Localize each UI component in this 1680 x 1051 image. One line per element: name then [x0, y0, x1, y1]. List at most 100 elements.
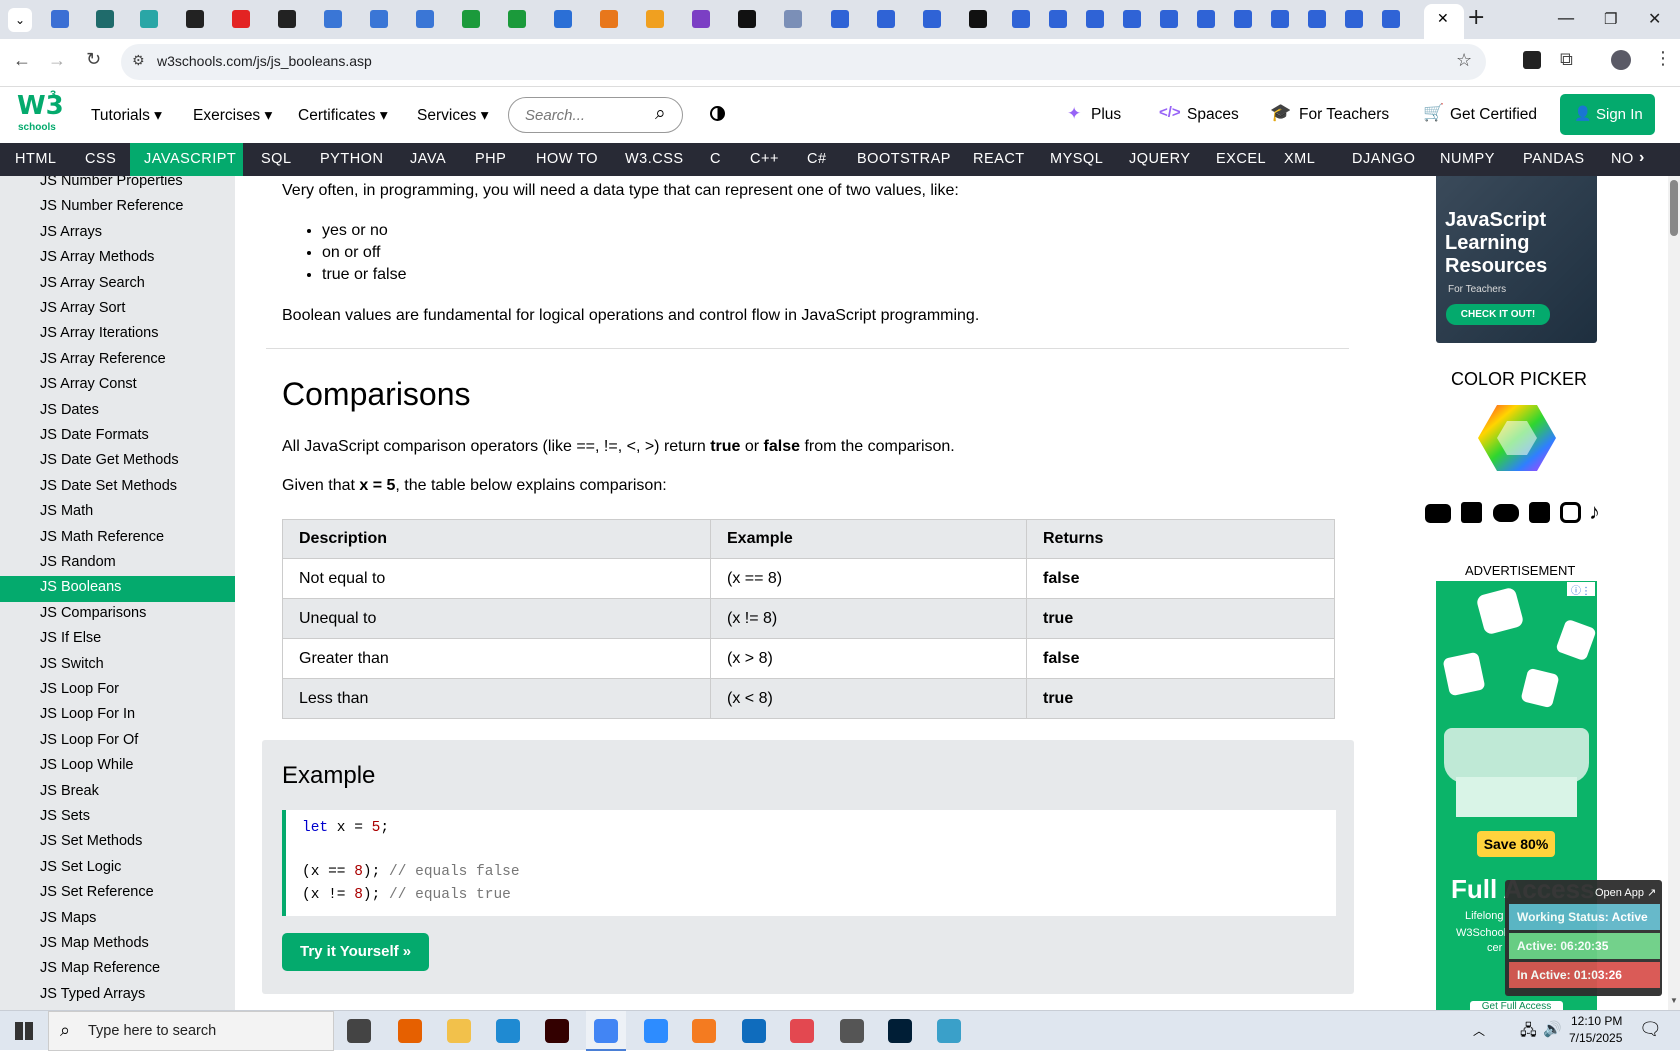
- tab-favicon-icon[interactable]: [324, 10, 342, 28]
- active-tab[interactable]: ✕: [1424, 4, 1464, 39]
- sidebar-item-js-array-search[interactable]: JS Array Search: [40, 275, 145, 291]
- close-window-button[interactable]: ✕: [1648, 9, 1661, 28]
- get-certified-link[interactable]: Get Certified: [1450, 106, 1537, 124]
- sidebar-item-js-map-reference[interactable]: JS Map Reference: [40, 960, 160, 976]
- topnav-item-css[interactable]: CSS: [85, 151, 116, 167]
- photoshop-icon[interactable]: [888, 1019, 912, 1043]
- pen-tool-icon[interactable]: [840, 1019, 864, 1043]
- tab-favicon-icon[interactable]: [51, 10, 69, 28]
- nav-tutorials[interactable]: Tutorials ▾: [91, 106, 162, 125]
- tray-chevron-icon[interactable]: ︿: [1473, 1022, 1485, 1039]
- topnav-item-no[interactable]: NO: [1611, 151, 1634, 167]
- tab-favicon-icon[interactable]: [738, 10, 756, 28]
- tab-favicon-icon[interactable]: [1049, 10, 1067, 28]
- firefox-icon[interactable]: [398, 1019, 422, 1043]
- get-full-access-button[interactable]: Get Full Access: [1470, 1001, 1563, 1010]
- sidebar-item-js-loop-for-of[interactable]: JS Loop For Of: [40, 732, 138, 748]
- sidebar-item-js-math-reference[interactable]: JS Math Reference: [40, 529, 164, 545]
- task-view-icon[interactable]: [347, 1019, 371, 1043]
- scroll-down-icon[interactable]: ▼: [1670, 996, 1678, 1005]
- topnav-item-c-[interactable]: C#: [807, 151, 827, 167]
- sidebar-item-js-comparisons[interactable]: JS Comparisons: [40, 605, 146, 621]
- w3schools-logo[interactable]: W3 3 schools: [17, 89, 64, 135]
- sidebar-item-js-number-reference[interactable]: JS Number Reference: [40, 198, 183, 214]
- tab-favicon-icon[interactable]: [1308, 10, 1326, 28]
- tab-favicon-icon[interactable]: [692, 10, 710, 28]
- reload-icon[interactable]: ↻: [86, 49, 101, 70]
- sidebar-item-js-math[interactable]: JS Math: [40, 503, 93, 519]
- facebook-icon[interactable]: [1529, 502, 1550, 523]
- tab-favicon-icon[interactable]: [1234, 10, 1252, 28]
- tab-favicon-icon[interactable]: [1382, 10, 1400, 28]
- clock-time[interactable]: 12:10 PM: [1571, 1014, 1622, 1028]
- back-icon[interactable]: ←: [13, 50, 31, 71]
- tab-favicon-icon[interactable]: [831, 10, 849, 28]
- new-tab-button[interactable]: +: [1467, 5, 1485, 30]
- topnav-item-jquery[interactable]: JQUERY: [1129, 151, 1191, 167]
- sidebar-item-js-booleans[interactable]: JS Booleans: [40, 579, 121, 595]
- tab-favicon-icon[interactable]: [232, 10, 250, 28]
- sidebar-item-js-map-methods[interactable]: JS Map Methods: [40, 935, 149, 951]
- file-explorer-icon[interactable]: [447, 1019, 471, 1043]
- topnav-item-pandas[interactable]: PANDAS: [1523, 151, 1585, 167]
- topnav-item-excel[interactable]: EXCEL: [1216, 151, 1266, 167]
- discord-icon[interactable]: [1493, 504, 1519, 522]
- search-input[interactable]: Search... ⌕: [508, 97, 683, 133]
- sidebar-item-js-dates[interactable]: JS Dates: [40, 402, 99, 418]
- tab-favicon-icon[interactable]: [1197, 10, 1215, 28]
- tab-favicon-icon[interactable]: [969, 10, 987, 28]
- ad-info-icon[interactable]: ⓘ⋮: [1567, 582, 1595, 597]
- page-scrollbar-thumb[interactable]: [1670, 180, 1678, 236]
- sidebar-item-js-number-properties[interactable]: JS Number Properties: [40, 176, 183, 189]
- zoom-icon[interactable]: [644, 1019, 668, 1043]
- sidebar-item-js-date-formats[interactable]: JS Date Formats: [40, 427, 149, 443]
- tab-favicon-icon[interactable]: [1012, 10, 1030, 28]
- omnibox[interactable]: ⚙ w3schools.com/js/js_booleans.asp ☆: [121, 44, 1486, 80]
- topnav-item-html[interactable]: HTML: [15, 151, 56, 167]
- tab-favicon-icon[interactable]: [508, 10, 526, 28]
- topnav-item-php[interactable]: PHP: [475, 151, 506, 167]
- extension-icon[interactable]: [1523, 51, 1541, 69]
- topnav-item-xml[interactable]: XML: [1284, 151, 1315, 167]
- tab-favicon-icon[interactable]: [554, 10, 572, 28]
- topnav-item-java[interactable]: JAVA: [410, 151, 446, 167]
- sidebar-item-js-set-reference[interactable]: JS Set Reference: [40, 884, 154, 900]
- instagram-icon[interactable]: [1560, 502, 1581, 523]
- illustrator-icon[interactable]: [545, 1019, 569, 1043]
- tab-favicon-icon[interactable]: [600, 10, 618, 28]
- creative-cloud-icon[interactable]: [790, 1019, 814, 1043]
- nav-certificates[interactable]: Certificates ▾: [298, 106, 388, 125]
- topnav-item-mysql[interactable]: MYSQL: [1050, 151, 1103, 167]
- tab-favicon-icon[interactable]: [462, 10, 480, 28]
- sidebar-item-js-break[interactable]: JS Break: [40, 783, 99, 799]
- search-icon[interactable]: ⌕: [655, 103, 666, 125]
- minimize-button[interactable]: —: [1557, 8, 1575, 29]
- tab-favicon-icon[interactable]: [1345, 10, 1363, 28]
- sidebar-item-js-array-reference[interactable]: JS Array Reference: [40, 351, 166, 367]
- tab-favicon-icon[interactable]: [416, 10, 434, 28]
- nav-exercises[interactable]: Exercises ▾: [193, 106, 272, 125]
- sidebar-item-js-switch[interactable]: JS Switch: [40, 656, 104, 672]
- sidebar-item-js-loop-for[interactable]: JS Loop For: [40, 681, 119, 697]
- sidebar-item-js-arrays[interactable]: JS Arrays: [40, 224, 102, 240]
- topnav-item-sql[interactable]: SQL: [261, 151, 292, 167]
- tab-favicon-icon[interactable]: [370, 10, 388, 28]
- topnav-item-python[interactable]: PYTHON: [320, 151, 383, 167]
- chevron-right-icon[interactable]: ›: [1639, 149, 1644, 167]
- tab-favicon-icon[interactable]: [1160, 10, 1178, 28]
- tab-search-button[interactable]: ⌄: [8, 8, 32, 32]
- xampp-icon[interactable]: [692, 1019, 716, 1043]
- sidebar-item-js-sets[interactable]: JS Sets: [40, 808, 90, 824]
- tab-favicon-icon[interactable]: [96, 10, 114, 28]
- page-scrollbar[interactable]: ▼: [1668, 176, 1680, 1010]
- restore-button[interactable]: ❐: [1604, 10, 1617, 28]
- color-picker-hexagon[interactable]: [1477, 403, 1557, 473]
- tab-favicon-icon[interactable]: [1271, 10, 1289, 28]
- ad-cta-button[interactable]: CHECK IT OUT!: [1446, 304, 1550, 325]
- vscode-icon[interactable]: [496, 1019, 520, 1043]
- clock-date[interactable]: 7/15/2025: [1569, 1031, 1622, 1045]
- sign-in-button[interactable]: 👤 Sign In: [1560, 94, 1655, 135]
- browser-menu-icon[interactable]: ⋮: [1654, 48, 1672, 69]
- plus-link[interactable]: Plus: [1091, 106, 1121, 124]
- url-text[interactable]: w3schools.com/js/js_booleans.asp: [157, 53, 372, 69]
